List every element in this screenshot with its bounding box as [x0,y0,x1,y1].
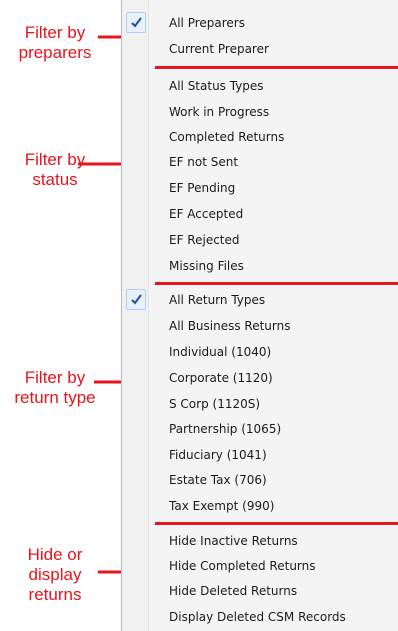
menu-item-ef-rejected[interactable]: EF Rejected [122,228,398,252]
menu-item-label: Tax Exempt (990) [169,499,275,513]
menu-item-missing-files[interactable]: Missing Files [122,254,398,278]
menu-item-label: All Status Types [169,79,264,93]
menu-item-label: All Preparers [169,16,245,30]
menu-item-s-corp-1120s[interactable]: S Corp (1120S) [122,392,398,416]
annotation-line: returns [28,585,82,604]
annotation-line: Hide or [27,545,83,564]
menu-item-label: All Business Returns [169,319,291,333]
menu-item-partnership-1065[interactable]: Partnership (1065) [122,417,398,441]
menu-item-display-deleted-csm-records[interactable]: Display Deleted CSM Records [122,605,398,629]
menu-item-tax-exempt-990[interactable]: Tax Exempt (990) [122,494,398,518]
menu-item-hide-deleted-returns[interactable]: Hide Deleted Returns [122,579,398,603]
menu-item-completed-returns[interactable]: Completed Returns [122,125,398,149]
section-divider-highlight [155,66,398,69]
section-divider-highlight [155,522,398,525]
menu-item-label: Work in Progress [169,105,270,119]
menu-item-all-return-types[interactable]: All Return Types [122,288,398,312]
menu-item-label: Current Preparer [169,42,269,56]
menu-item-label: Estate Tax (706) [169,473,267,487]
menu-item-ef-pending[interactable]: EF Pending [122,176,398,200]
menu-item-label: Corporate (1120) [169,371,273,385]
menu-item-ef-accepted[interactable]: EF Accepted [122,202,398,226]
menu-item-label: Individual (1040) [169,345,272,359]
checkmark-icon [126,289,146,310]
menu-item-estate-tax-706[interactable]: Estate Tax (706) [122,468,398,492]
annotation-line: display [28,565,82,584]
menu-item-all-preparers[interactable]: All Preparers [122,11,398,35]
filter-context-menu: All Preparers Current Preparer All Statu… [121,0,398,631]
menu-item-hide-inactive-returns[interactable]: Hide Inactive Returns [122,529,398,553]
menu-item-label: Hide Inactive Returns [169,534,298,548]
annotation-line: preparers [18,43,92,62]
menu-item-individual-1040[interactable]: Individual (1040) [122,340,398,364]
menu-item-label: EF Pending [169,181,236,195]
menu-item-fiduciary-1041[interactable]: Fiduciary (1041) [122,443,398,467]
menu-item-corporate-1120[interactable]: Corporate (1120) [122,366,398,390]
menu-item-hide-completed-returns[interactable]: Hide Completed Returns [122,554,398,578]
menu-item-all-business-returns[interactable]: All Business Returns [122,314,398,338]
menu-item-label: Fiduciary (1041) [169,448,267,462]
menu-item-label: Hide Completed Returns [169,559,316,573]
menu-item-ef-not-sent[interactable]: EF not Sent [122,150,398,174]
annotation-filter-preparers: Filter by preparers [0,23,110,63]
annotation-line: return type [14,388,96,407]
menu-item-label: EF not Sent [169,155,239,169]
section-divider-highlight [155,282,398,285]
menu-item-label: Hide Deleted Returns [169,584,298,598]
annotation-line: Filter by [24,23,86,42]
menu-item-label: Display Deleted CSM Records [169,610,346,624]
annotation-hide-display: Hide or display returns [0,545,110,605]
checkmark-icon [126,12,146,33]
menu-item-label: EF Accepted [169,207,244,221]
menu-item-label: S Corp (1120S) [169,397,261,411]
menu-item-all-status-types[interactable]: All Status Types [122,74,398,98]
menu-item-label: EF Rejected [169,233,240,247]
annotation-line: status [32,170,78,189]
menu-item-label: Missing Files [169,259,244,273]
menu-item-label: Partnership (1065) [169,422,282,436]
menu-item-current-preparer[interactable]: Current Preparer [122,37,398,61]
menu-item-work-in-progress[interactable]: Work in Progress [122,100,398,124]
menu-item-label: Completed Returns [169,130,285,144]
menu-item-label: All Return Types [169,293,266,307]
